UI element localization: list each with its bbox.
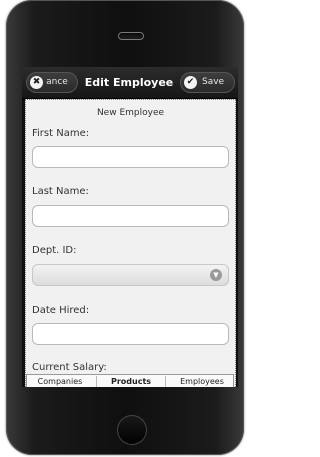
navigation-bar: ✖ ance Edit Employee ✔ Save [22,67,238,99]
employee-form: New Employee First Name: Last Name: Dept… [25,99,236,387]
first-name-field[interactable] [32,146,229,168]
home-button[interactable] [117,415,147,445]
date-hired-label: Date Hired: [32,305,90,316]
checkmark-icon: ✔ [184,76,197,89]
dept-id-label: Dept. ID: [32,245,77,256]
save-button[interactable]: ✔ Save [180,72,235,93]
current-salary-label: Current Salary: [32,362,107,373]
speaker-grille [118,32,144,40]
last-name-label: Last Name: [32,186,89,197]
date-hired-field[interactable] [32,323,229,345]
tab-employees[interactable]: Employees [166,375,238,387]
tab-companies[interactable]: Companies [25,375,95,387]
first-name-label: First Name: [32,128,90,139]
form-heading: New Employee [96,108,165,118]
chevron-down-icon: ▼ [210,269,222,281]
app-screen: ✖ ance Edit Employee ✔ Save New Employee… [22,67,238,387]
dept-id-select[interactable]: ▼ [32,264,229,286]
tab-bar: Companies Products Employees [26,374,234,387]
cancel-button-label: ance [46,77,68,87]
save-button-label: Save [202,77,225,87]
page-title: Edit Employee [84,76,174,89]
last-name-field[interactable] [32,205,229,227]
cancel-button[interactable]: ✖ ance [26,72,78,93]
tab-products[interactable]: Products [97,375,165,387]
